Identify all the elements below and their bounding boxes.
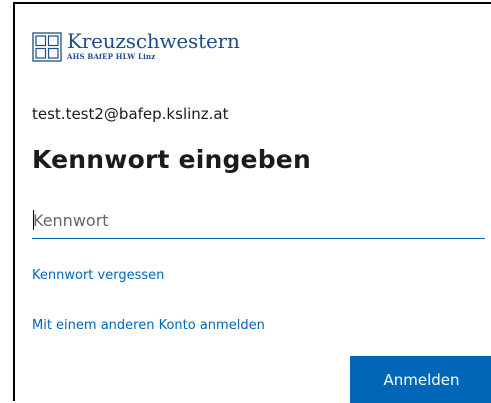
logo-icon <box>32 32 62 62</box>
brand-text: Kreuzschwestern AHS BAfEP HLW Linz <box>67 29 240 61</box>
forgot-password-link[interactable]: Kennwort vergessen <box>32 268 164 283</box>
signin-dialog: Kreuzschwestern AHS BAfEP HLW Linz test.… <box>13 2 491 403</box>
account-email: test.test2@bafep.kslinz.at <box>32 105 229 123</box>
signin-button[interactable]: Anmelden <box>350 356 491 403</box>
brand-name: Kreuzschwestern <box>67 29 240 53</box>
brand-subtitle: AHS BAfEP HLW Linz <box>67 52 156 61</box>
password-input[interactable] <box>32 203 485 239</box>
brand-logo: Kreuzschwestern AHS BAfEP HLW Linz <box>32 29 240 62</box>
other-account-link[interactable]: Mit einem anderen Konto anmelden <box>32 318 265 333</box>
text-cursor <box>33 210 34 230</box>
page-title: Kennwort eingeben <box>32 145 311 174</box>
